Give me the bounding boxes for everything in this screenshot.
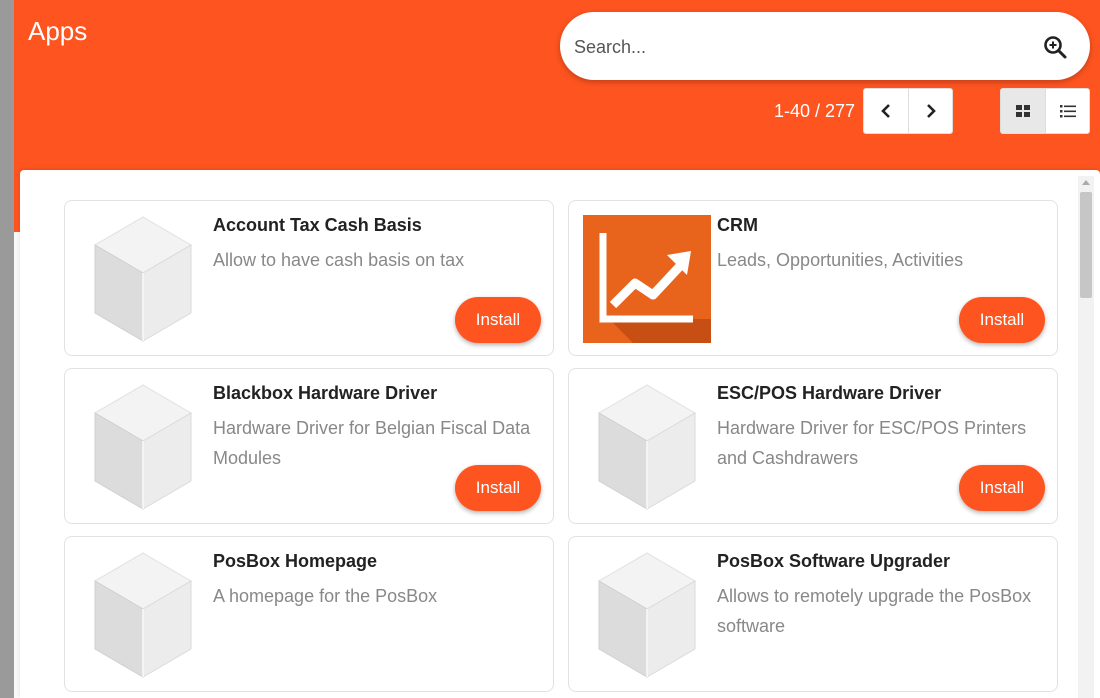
- install-button[interactable]: Install: [959, 297, 1045, 343]
- app-description: Leads, Opportunities, Activities: [717, 250, 964, 270]
- apps-kanban: Account Tax Cash Basis Allow to have cash…: [20, 170, 1100, 698]
- install-button[interactable]: Install: [455, 465, 541, 511]
- app-description: A homepage for the PosBox: [213, 586, 438, 606]
- app-name[interactable]: CRM: [717, 215, 758, 236]
- kanban-view-button[interactable]: [1001, 89, 1045, 133]
- pager: 1-40 / 277: [774, 88, 954, 134]
- app-name[interactable]: Blackbox Hardware Driver: [213, 383, 437, 404]
- app-card[interactable]: CRM Leads, Opportunities, Activities Insta…: [568, 200, 1058, 356]
- module-cube-icon: [79, 551, 207, 679]
- app-card[interactable]: PosBox Software Upgrader Allows to remote…: [568, 536, 1058, 692]
- module-cube-icon: [79, 383, 207, 511]
- app-card[interactable]: Blackbox Hardware Driver Hardware Driver …: [64, 368, 554, 524]
- app-name[interactable]: PosBox Software Upgrader: [717, 551, 950, 572]
- app-description: Allow to have cash basis on tax: [213, 250, 465, 270]
- scroll-up-icon[interactable]: [1082, 180, 1090, 185]
- pager-buttons: [863, 88, 954, 134]
- odoo-window: Apps 1-40 / 277: [0, 0, 1100, 698]
- page-title: Apps: [28, 16, 88, 46]
- chevron-left-icon: [881, 104, 890, 118]
- install-button[interactable]: Install: [455, 297, 541, 343]
- scrollbar-thumb[interactable]: [1080, 192, 1092, 298]
- crm-chart-icon: [583, 215, 711, 343]
- next-page-button[interactable]: [908, 89, 952, 133]
- module-cube-icon: [583, 383, 711, 511]
- app-description: Hardware Driver for Belgian Fiscal Data …: [213, 418, 531, 468]
- app-description: Hardware Driver for ESC/POS Printers and…: [717, 418, 1027, 468]
- previous-page-button[interactable]: [864, 89, 908, 133]
- view-switcher: [1000, 88, 1090, 134]
- search-icon[interactable]: [1042, 34, 1068, 60]
- app-name[interactable]: PosBox Homepage: [213, 551, 377, 572]
- app-card[interactable]: PosBox Homepage A homepage for the PosBox: [64, 536, 554, 692]
- app-name[interactable]: ESC/POS Hardware Driver: [717, 383, 941, 404]
- list-view-button[interactable]: [1045, 89, 1089, 133]
- pager-value[interactable]: 1-40 / 277: [774, 101, 855, 122]
- chevron-right-icon: [926, 104, 936, 118]
- module-cube-icon: [79, 215, 207, 343]
- search-input[interactable]: [574, 30, 1014, 64]
- app-description: Allows to remotely upgrade the PosBox so…: [717, 586, 1032, 636]
- kanban-view-icon: [1016, 105, 1030, 117]
- list-view-icon: [1059, 104, 1076, 117]
- app-card[interactable]: Account Tax Cash Basis Allow to have cash…: [64, 200, 554, 356]
- app-name[interactable]: Account Tax Cash Basis: [213, 215, 422, 236]
- install-button[interactable]: Install: [959, 465, 1045, 511]
- search-bar: [560, 12, 1090, 80]
- app-card[interactable]: ESC/POS Hardware Driver Hardware Driver f…: [568, 368, 1058, 524]
- module-cube-icon: [583, 551, 711, 679]
- scrollbar[interactable]: [1078, 176, 1094, 698]
